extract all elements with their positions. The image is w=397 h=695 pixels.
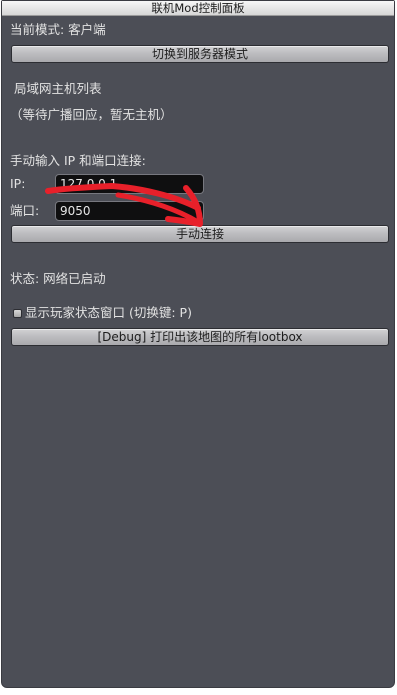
current-mode-label: 当前模式: 客户端 <box>10 22 106 37</box>
debug-print-lootbox-button[interactable]: [Debug] 打印出该地图的所有lootbox <box>11 328 389 346</box>
lan-host-list-heading: 局域网主机列表 <box>14 81 102 96</box>
network-status-text: 状态: 网络已启动 <box>10 271 106 286</box>
ip-input[interactable]: 127.0.0.1 <box>55 174 204 194</box>
window-titlebar[interactable]: 联机Mod控制面板 <box>2 1 394 16</box>
mod-control-panel-window: 联机Mod控制面板 当前模式: 客户端 切换到服务器模式 局域网主机列表 （等待… <box>1 0 395 688</box>
port-label: 端口: <box>10 203 40 218</box>
show-player-status-label[interactable]: 显示玩家状态窗口 (切换键: P) <box>25 305 192 321</box>
lan-host-list-empty-message: （等待广播回应，暂无主机） <box>10 107 173 122</box>
switch-to-server-button[interactable]: 切换到服务器模式 <box>11 45 389 63</box>
manual-connect-button[interactable]: 手动连接 <box>11 225 389 243</box>
manual-connect-heading: 手动输入 IP 和端口连接: <box>10 153 146 168</box>
ip-label: IP: <box>10 176 26 191</box>
show-player-status-checkbox[interactable] <box>13 309 22 318</box>
window-title: 联机Mod控制面板 <box>151 1 245 15</box>
port-input[interactable]: 9050 <box>55 201 204 221</box>
